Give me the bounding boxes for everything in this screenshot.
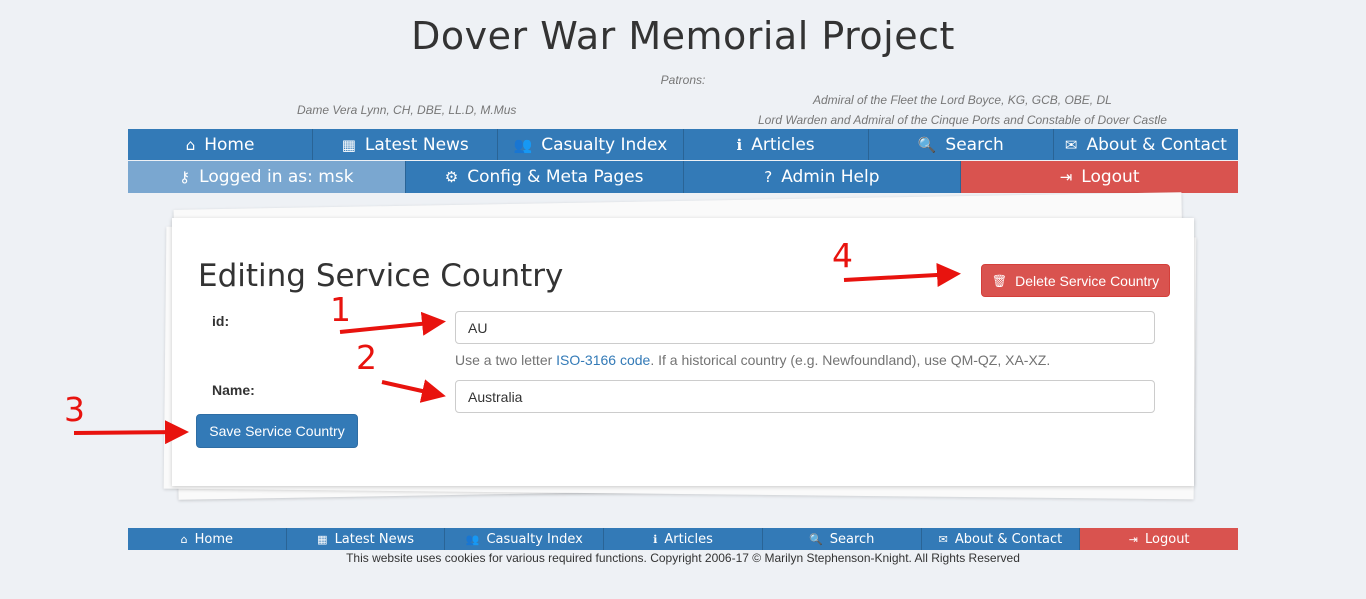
patron-vera-lynn: Dame Vera Lynn, CH, DBE, LL.D, M.Mus (297, 103, 517, 117)
footer-nav-casualty-index[interactable]: 👥 Casualty Index (445, 528, 605, 550)
nav-admin-help[interactable]: ? Admin Help (683, 161, 962, 193)
home-icon: ⌂ (185, 135, 196, 154)
users-icon: 👥 (513, 135, 533, 154)
nav-articles-label: Articles (751, 134, 815, 155)
footer-home-label: Home (194, 531, 234, 547)
annotation-number-2: 2 (356, 338, 377, 377)
nav-admin-help-label: Admin Help (781, 167, 880, 187)
nav-home-label: Home (204, 134, 255, 155)
nav-casualty-index-label: Casualty Index (541, 134, 668, 155)
nav-casualty-index[interactable]: 👥 Casualty Index (498, 129, 684, 160)
footer-nav-latest-news[interactable]: ▦ Latest News (286, 528, 446, 550)
footer-about-contact-label: About & Contact (954, 531, 1063, 547)
key-icon: ⚷ (179, 168, 191, 186)
nav-home[interactable]: ⌂ Home (128, 129, 314, 160)
footer-search-label: Search (829, 531, 875, 547)
footer-logout-label: Logout (1145, 531, 1190, 547)
footer-nav-about-contact[interactable]: ✉ About & Contact (921, 528, 1081, 550)
main-nav: ⌂ Home ▦ Latest News 👥 Casualty Index ℹ Arti… (128, 129, 1239, 160)
users-icon: 👥 (465, 532, 480, 546)
footer-nav-logout[interactable]: ⇥ Logout (1080, 528, 1239, 550)
annotation-number-4: 4 (832, 236, 853, 275)
footer-nav-home[interactable]: ⌂ Home (128, 528, 287, 550)
nav-articles[interactable]: ℹ Articles (683, 129, 869, 160)
nav-config-meta[interactable]: ⚙ Config & Meta Pages (405, 161, 684, 193)
site-title: Dover War Memorial Project (411, 14, 955, 58)
help-prefix: Use a two letter (455, 352, 557, 368)
info-icon: ℹ (736, 135, 743, 154)
iso-3166-link[interactable]: ISO-3166 code (556, 352, 650, 368)
patron-lord-boyce: Admiral of the Fleet the Lord Boyce, KG,… (813, 93, 1112, 107)
delete-button-label: Delete Service Country (1015, 272, 1160, 289)
nav-config-meta-label: Config & Meta Pages (467, 167, 644, 187)
cogs-icon: ⚙ (444, 168, 459, 186)
home-icon: ⌂ (180, 532, 188, 546)
nav-logout-label: Logout (1081, 167, 1140, 187)
trash-icon: 🗑 (991, 273, 1008, 288)
nav-logged-in[interactable]: ⚷ Logged in as: msk (128, 161, 406, 193)
nav-search-label: Search (945, 134, 1004, 155)
calendar-icon: ▦ (341, 135, 356, 154)
logout-icon: ⇥ (1059, 168, 1073, 186)
footer-articles-label: Articles (664, 531, 713, 547)
nav-about-contact[interactable]: ✉ About & Contact (1053, 129, 1239, 160)
nav-latest-news[interactable]: ▦ Latest News (313, 129, 499, 160)
envelope-icon: ✉ (1064, 135, 1078, 154)
help-suffix: . If a historical country (e.g. Newfound… (650, 352, 1051, 368)
footer-nav: ⌂ Home ▦ Latest News 👥 Casualty Index ℹ Arti… (128, 528, 1239, 550)
name-field[interactable]: Australia (455, 380, 1155, 413)
info-icon: ℹ (653, 532, 658, 546)
patron-lord-warden: Lord Warden and Admiral of the Cinque Po… (758, 113, 1167, 127)
footer-nav-articles[interactable]: ℹ Articles (604, 528, 763, 550)
save-service-country-button[interactable]: Save Service Country (196, 414, 358, 448)
nav-logout[interactable]: ⇥ Logout (961, 161, 1238, 193)
id-field[interactable]: AU (455, 311, 1155, 344)
footer-nav-search[interactable]: 🔍 Search (762, 528, 922, 550)
envelope-icon: ✉ (938, 532, 948, 546)
admin-nav: ⚷ Logged in as: msk ⚙ Config & Meta Pages … (128, 161, 1238, 193)
annotation-number-1: 1 (330, 290, 351, 329)
patrons-label: Patrons: (660, 73, 706, 87)
id-label: id: (212, 313, 230, 329)
annotation-number-3: 3 (64, 390, 85, 429)
nav-latest-news-label: Latest News (364, 134, 469, 155)
logout-icon: ⇥ (1128, 532, 1139, 546)
name-label: Name: (212, 382, 255, 398)
copyright-text: This website uses cookies for various re… (346, 551, 1020, 565)
footer-casualty-index-label: Casualty Index (486, 531, 583, 547)
nav-about-contact-label: About & Contact (1086, 134, 1227, 155)
search-icon: 🔍 (917, 135, 937, 154)
calendar-icon: ▦ (317, 532, 328, 546)
page-title: Editing Service Country (198, 258, 564, 294)
nav-search[interactable]: 🔍 Search (868, 129, 1054, 160)
search-icon: 🔍 (809, 532, 823, 546)
nav-logged-in-label: Logged in as: msk (199, 167, 354, 187)
question-icon: ? (764, 168, 773, 186)
footer-latest-news-label: Latest News (334, 531, 414, 547)
delete-service-country-button[interactable]: 🗑 Delete Service Country (981, 264, 1170, 297)
id-help-text: Use a two letter ISO-3166 code. If a his… (455, 352, 1050, 368)
